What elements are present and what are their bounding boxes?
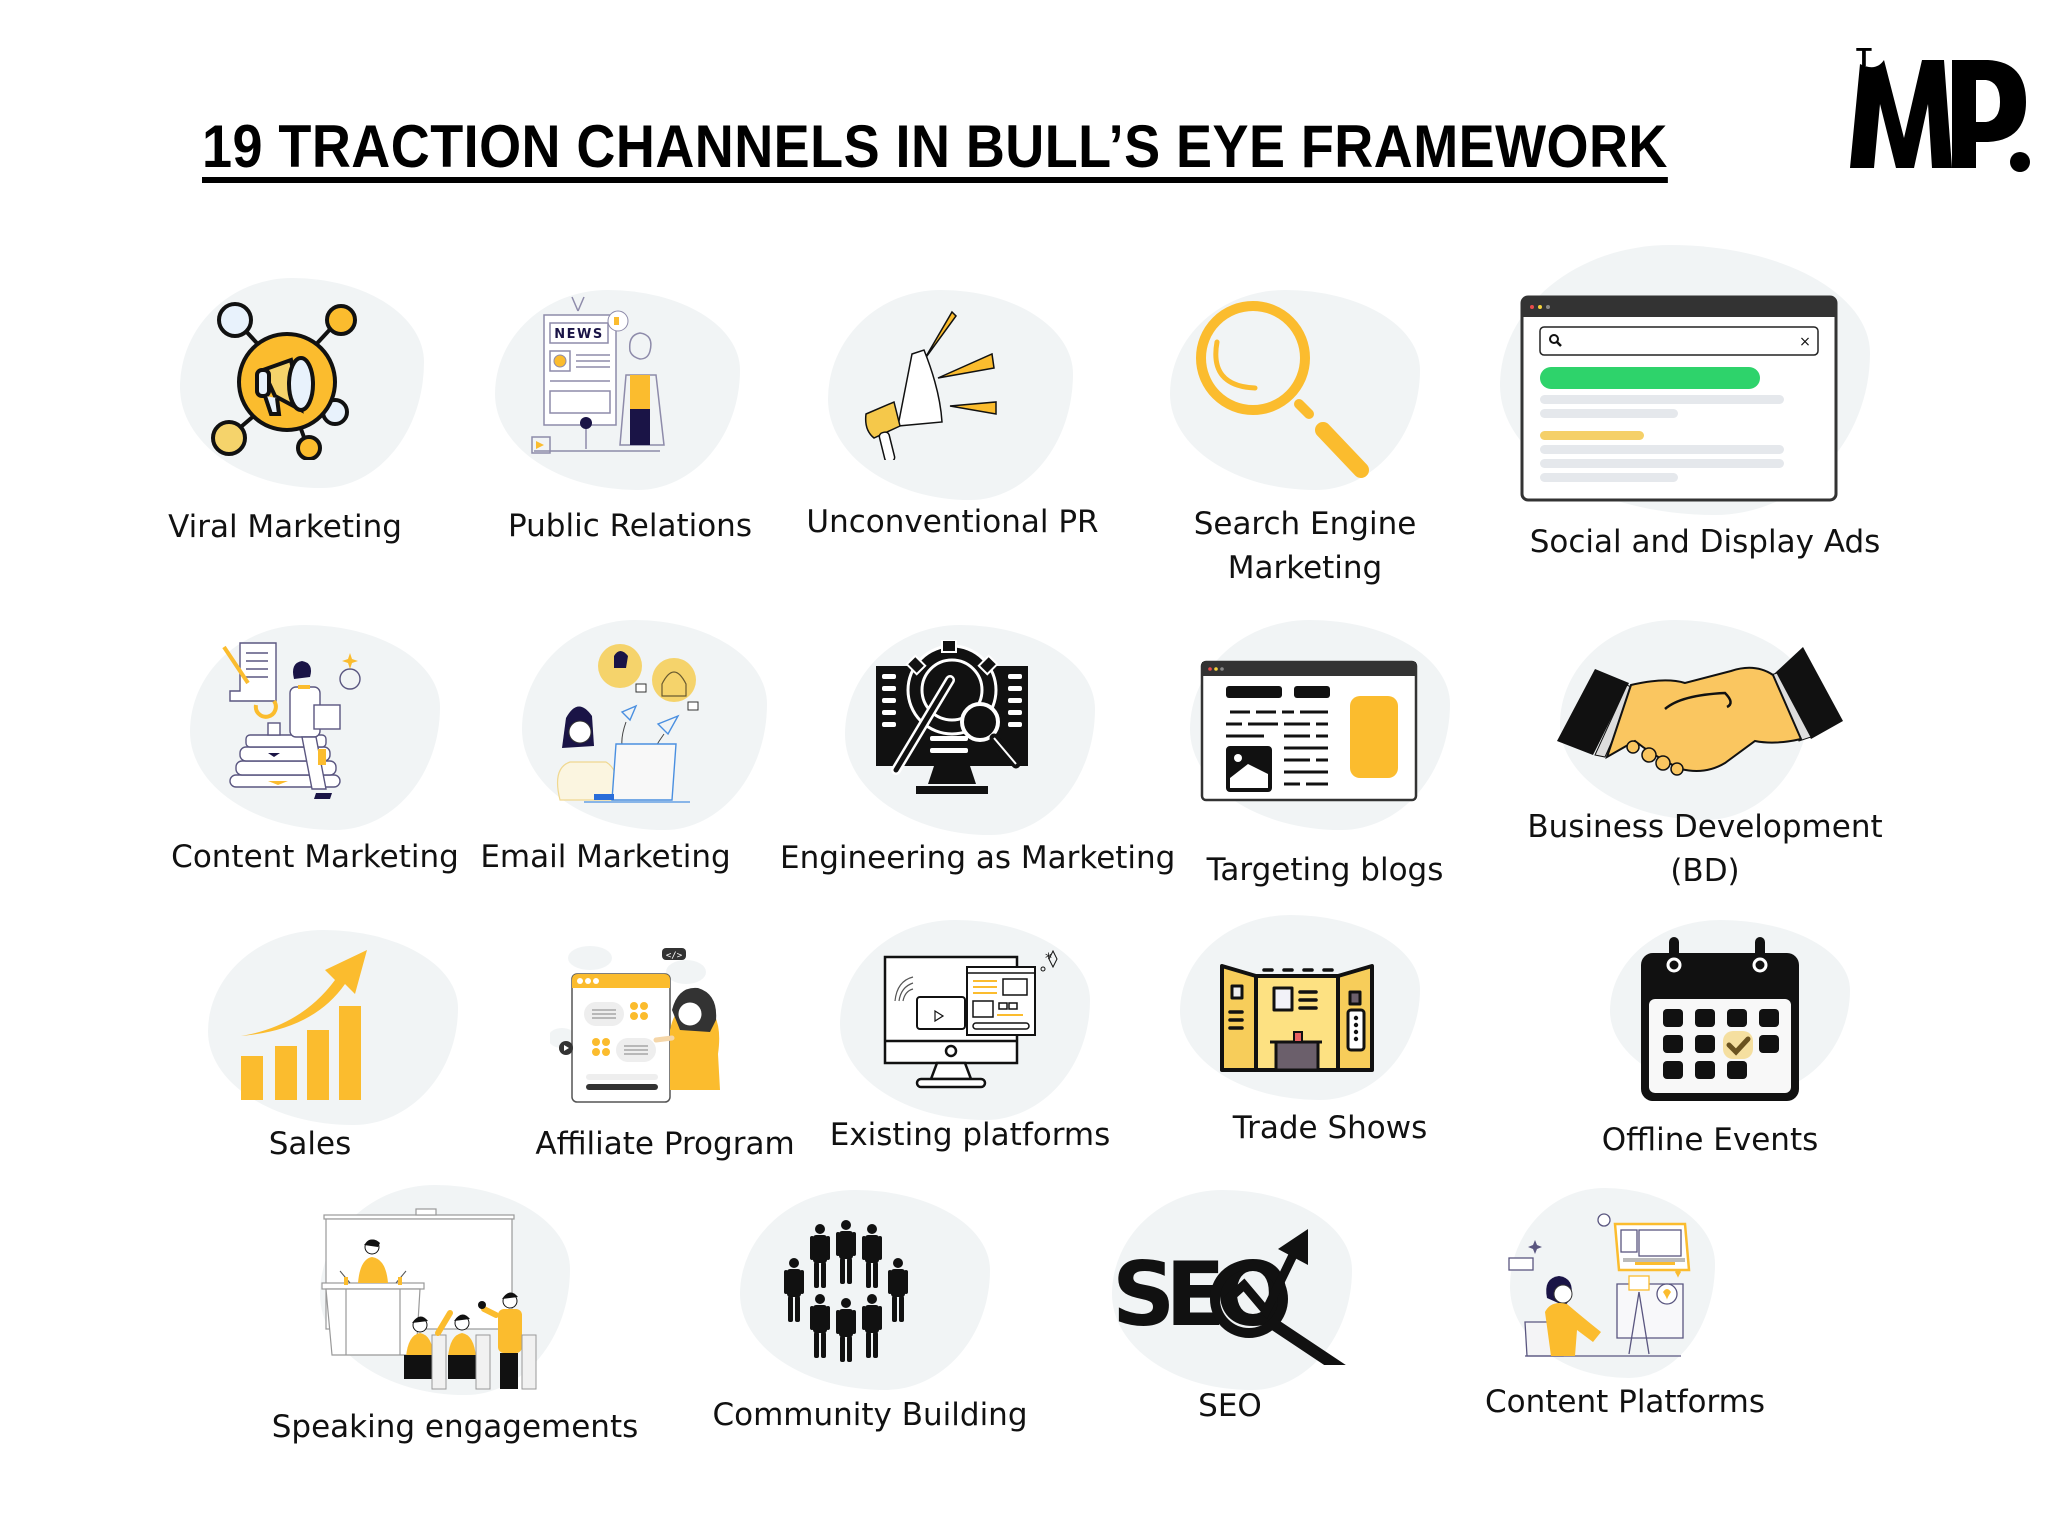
channel-label: Community Building [712, 1397, 1028, 1433]
channel-label: Email Marketing [480, 839, 731, 875]
desktop-platforms-icon: * [883, 949, 1058, 1089]
channel-label: Existing platforms [829, 1117, 1111, 1153]
channel-label: Social and Display Ads [1529, 524, 1881, 560]
channel-label: Targeting blogs [1206, 852, 1444, 888]
brand-logo: T [1848, 40, 2048, 180]
content-creator-icon [1508, 1213, 1691, 1357]
channel-label-line1: Business Development [1527, 809, 1883, 845]
channel-label: Public Relations [508, 508, 752, 544]
search-clear-glyph: × [1799, 334, 1811, 350]
people-group-icon [784, 1220, 908, 1362]
channel-label-line2: Marketing [1227, 550, 1383, 586]
trade-booth-icon [1220, 964, 1374, 1072]
channel-label-line2: (BD) [1670, 853, 1740, 889]
page-title: 19 TRACTION CHANNELS IN BULL’S EYE FRAME… [202, 113, 1668, 180]
channel-label: Speaking engagements [271, 1409, 639, 1445]
growth-chart-icon [241, 950, 367, 1100]
news-presenter-icon: NEWS [531, 296, 665, 454]
speaker-audience-icon [321, 1208, 537, 1390]
channel-label: SEO [1198, 1388, 1262, 1424]
megaphone-network-icon [211, 302, 357, 460]
seo-magnifier-icon: SEO [1112, 1229, 1346, 1365]
writer-on-books-icon [222, 642, 361, 799]
channel-label: Content Platforms [1484, 1384, 1766, 1420]
blog-page-icon [1200, 660, 1418, 802]
channel-label-line1: Search Engine [1193, 506, 1417, 542]
code-tag-text: </> [666, 951, 683, 961]
channel-label: Trade Shows [1232, 1110, 1428, 1146]
news-text: NEWS [554, 327, 603, 342]
email-sender-icon [557, 644, 699, 803]
channel-label: Viral Marketing [168, 509, 402, 545]
magnifier-icon [1196, 301, 1369, 478]
channel-label: Unconventional PR [806, 504, 1099, 540]
channel-label: Content Marketing [171, 839, 459, 875]
browser-search-results-icon: × [1520, 295, 1838, 502]
calendar-check-icon [1641, 937, 1799, 1101]
handshake-icon [1557, 647, 1843, 776]
channel-label: Sales [268, 1126, 352, 1162]
channel-label: Affiliate Program [535, 1126, 795, 1162]
affiliate-webpage-icon: </> [550, 946, 720, 1103]
channel-label: Offline Events [1601, 1122, 1819, 1158]
channel-label: Engineering as Marketing [780, 840, 1176, 876]
monitor-gear-wrench-icon [876, 640, 1028, 794]
megaphone-icon [864, 310, 997, 460]
tmp-logo-icon: T [1850, 42, 2030, 172]
